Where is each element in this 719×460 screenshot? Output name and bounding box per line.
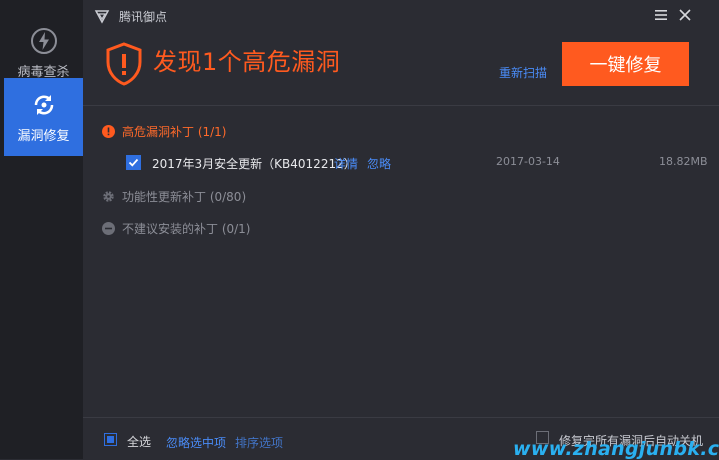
alert-circle-icon bbox=[102, 125, 115, 138]
select-all-checkbox[interactable] bbox=[104, 433, 117, 446]
app-logo-icon bbox=[94, 10, 110, 24]
sidebar-item-label: 病毒查杀 bbox=[17, 64, 70, 80]
refresh-icon bbox=[34, 94, 53, 115]
section-label: 不建议安装的补丁 (0/1) bbox=[122, 222, 251, 236]
section-label: 高危漏洞补丁 (1/1) bbox=[122, 125, 227, 139]
watermark: www.zhangjunbk.com bbox=[513, 438, 719, 460]
rescan-link[interactable]: 重新扫描 bbox=[499, 64, 547, 81]
sidebar: 病毒查杀 漏洞修复 bbox=[0, 0, 83, 459]
app-title: 腾讯御点 bbox=[119, 10, 168, 24]
patch-date: 2017-03-14 bbox=[496, 155, 560, 168]
select-all-label[interactable]: 全选 bbox=[127, 433, 151, 450]
patch-detail-link[interactable]: 详情 bbox=[334, 155, 358, 172]
menu-icon[interactable] bbox=[654, 9, 668, 21]
gear-icon bbox=[103, 191, 114, 202]
one-click-fix-button[interactable]: 一键修复 bbox=[562, 42, 689, 86]
section-label: 功能性更新补丁 (0/80) bbox=[122, 190, 247, 204]
patch-name: 2017年3月安全更新（KB4012212） bbox=[152, 157, 356, 171]
section-not-recommended[interactable]: 不建议安装的补丁 (0/1) bbox=[102, 220, 251, 237]
checkbox-fill bbox=[107, 436, 114, 443]
section-functional[interactable]: 功能性更新补丁 (0/80) bbox=[102, 188, 246, 205]
alert-title: 发现1个高危漏洞 bbox=[153, 48, 341, 76]
patch-ignore-link[interactable]: 忽略 bbox=[367, 155, 391, 172]
main-panel: 腾讯御点 发现1个高危漏洞 重新扫描 一键修复 高危漏洞补丁 (1/1) 201… bbox=[83, 0, 719, 459]
patch-size: 18.82MB bbox=[659, 155, 708, 168]
ignore-selected-link[interactable]: 忽略选中项 bbox=[166, 434, 226, 451]
patch-row: 2017年3月安全更新（KB4012212） 详情 忽略 2017-03-14 … bbox=[126, 154, 708, 172]
minus-circle-icon bbox=[102, 222, 115, 235]
sidebar-item-label: 漏洞修复 bbox=[17, 128, 70, 144]
titlebar: 腾讯御点 bbox=[83, 0, 719, 32]
lightning-icon bbox=[30, 27, 57, 54]
header-divider bbox=[83, 105, 719, 106]
sort-options-link[interactable]: 排序选项 bbox=[235, 434, 283, 451]
patch-checkbox[interactable] bbox=[126, 155, 141, 170]
section-high-risk[interactable]: 高危漏洞补丁 (1/1) bbox=[102, 123, 227, 140]
sidebar-item-vuln-fix[interactable]: 漏洞修复 bbox=[4, 78, 83, 156]
shield-alert-icon bbox=[106, 42, 142, 86]
close-icon[interactable] bbox=[678, 8, 692, 22]
